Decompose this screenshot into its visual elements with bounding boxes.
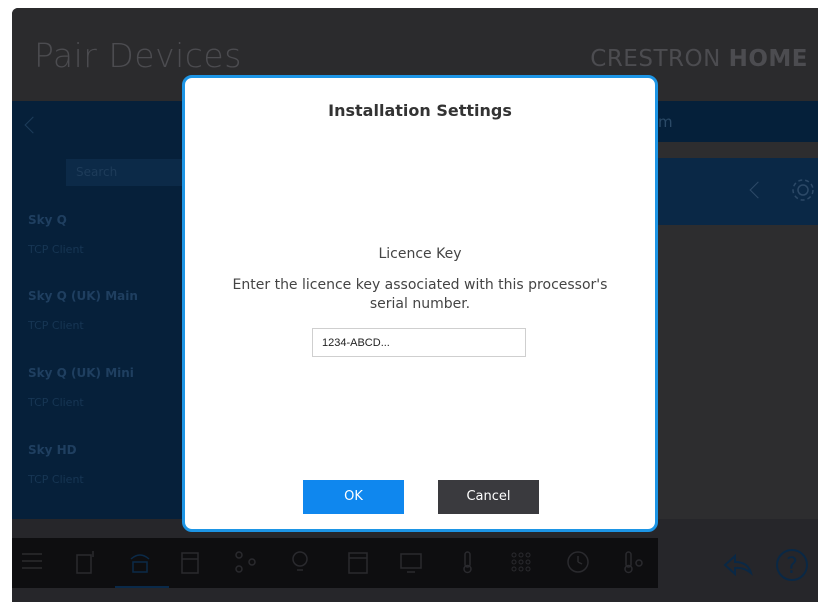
back-arrow-icon[interactable]: [24, 116, 42, 134]
device-type: TCP Client: [28, 243, 84, 256]
device-name: Sky Q (UK) Main: [28, 289, 138, 303]
device-list-item[interactable]: Sky Q (UK) Main TCP Client: [12, 287, 190, 365]
device-name: Sky HD: [28, 443, 77, 457]
licence-key-description: Enter the licence key associated with th…: [232, 277, 608, 312]
device-list-panel: Search Sky Q TCP Client Sky Q (UK) Main …: [12, 101, 190, 519]
device-list-item[interactable]: Sky Q TCP Client: [12, 209, 190, 287]
brand-bold: HOME: [728, 46, 808, 72]
device-name: Sky Q (UK) Mini: [28, 366, 134, 380]
page-title: Pair Devices: [34, 36, 242, 75]
brand-logo: CRESTRON HOME: [590, 46, 808, 72]
ok-button[interactable]: OK: [303, 480, 404, 514]
help-icon[interactable]: ?: [776, 549, 808, 581]
active-tab-indicator: [115, 586, 169, 588]
installation-settings-dialog: Installation Settings Licence Key Enter …: [182, 75, 658, 532]
licence-key-input[interactable]: [312, 328, 526, 357]
window-shades-icon[interactable]: [177, 549, 203, 575]
search-input[interactable]: Search: [66, 159, 190, 186]
bottom-toolbar: [12, 538, 658, 588]
temperature-sensor-icon[interactable]: [619, 549, 645, 575]
room-strip: m: [658, 101, 818, 142]
lightbulb-icon[interactable]: [287, 549, 313, 575]
device-toolbar: [658, 158, 818, 225]
chevron-left-icon[interactable]: [749, 181, 767, 199]
search-placeholder: Search: [76, 165, 118, 179]
clock-icon[interactable]: [565, 549, 591, 575]
device-list-item[interactable]: Sky Q (UK) Mini TCP Client: [12, 364, 190, 442]
device-type: TCP Client: [28, 473, 84, 486]
menu-icon[interactable]: [22, 553, 42, 573]
panel-icon[interactable]: [345, 549, 371, 575]
room-strip-text: m: [658, 113, 673, 131]
display-icon[interactable]: [398, 549, 424, 575]
licence-key-label: Licence Key: [378, 246, 462, 262]
brand-light: CRESTRON: [590, 46, 721, 72]
device-list-item[interactable]: Sky HD TCP Client: [12, 441, 190, 519]
thermometer-icon[interactable]: [455, 549, 481, 575]
device-type: TCP Client: [28, 396, 84, 409]
nodes-icon[interactable]: [232, 549, 258, 575]
dialog-title: Installation Settings: [328, 101, 512, 120]
cancel-button[interactable]: Cancel: [438, 480, 539, 514]
room-add-icon[interactable]: [72, 549, 98, 575]
remote-icon[interactable]: [127, 549, 153, 575]
share-icon[interactable]: [722, 553, 754, 577]
device-name: Sky Q: [28, 213, 67, 227]
gear-icon[interactable]: [788, 175, 818, 205]
device-type: TCP Client: [28, 319, 84, 332]
keypad-icon[interactable]: [508, 549, 534, 575]
